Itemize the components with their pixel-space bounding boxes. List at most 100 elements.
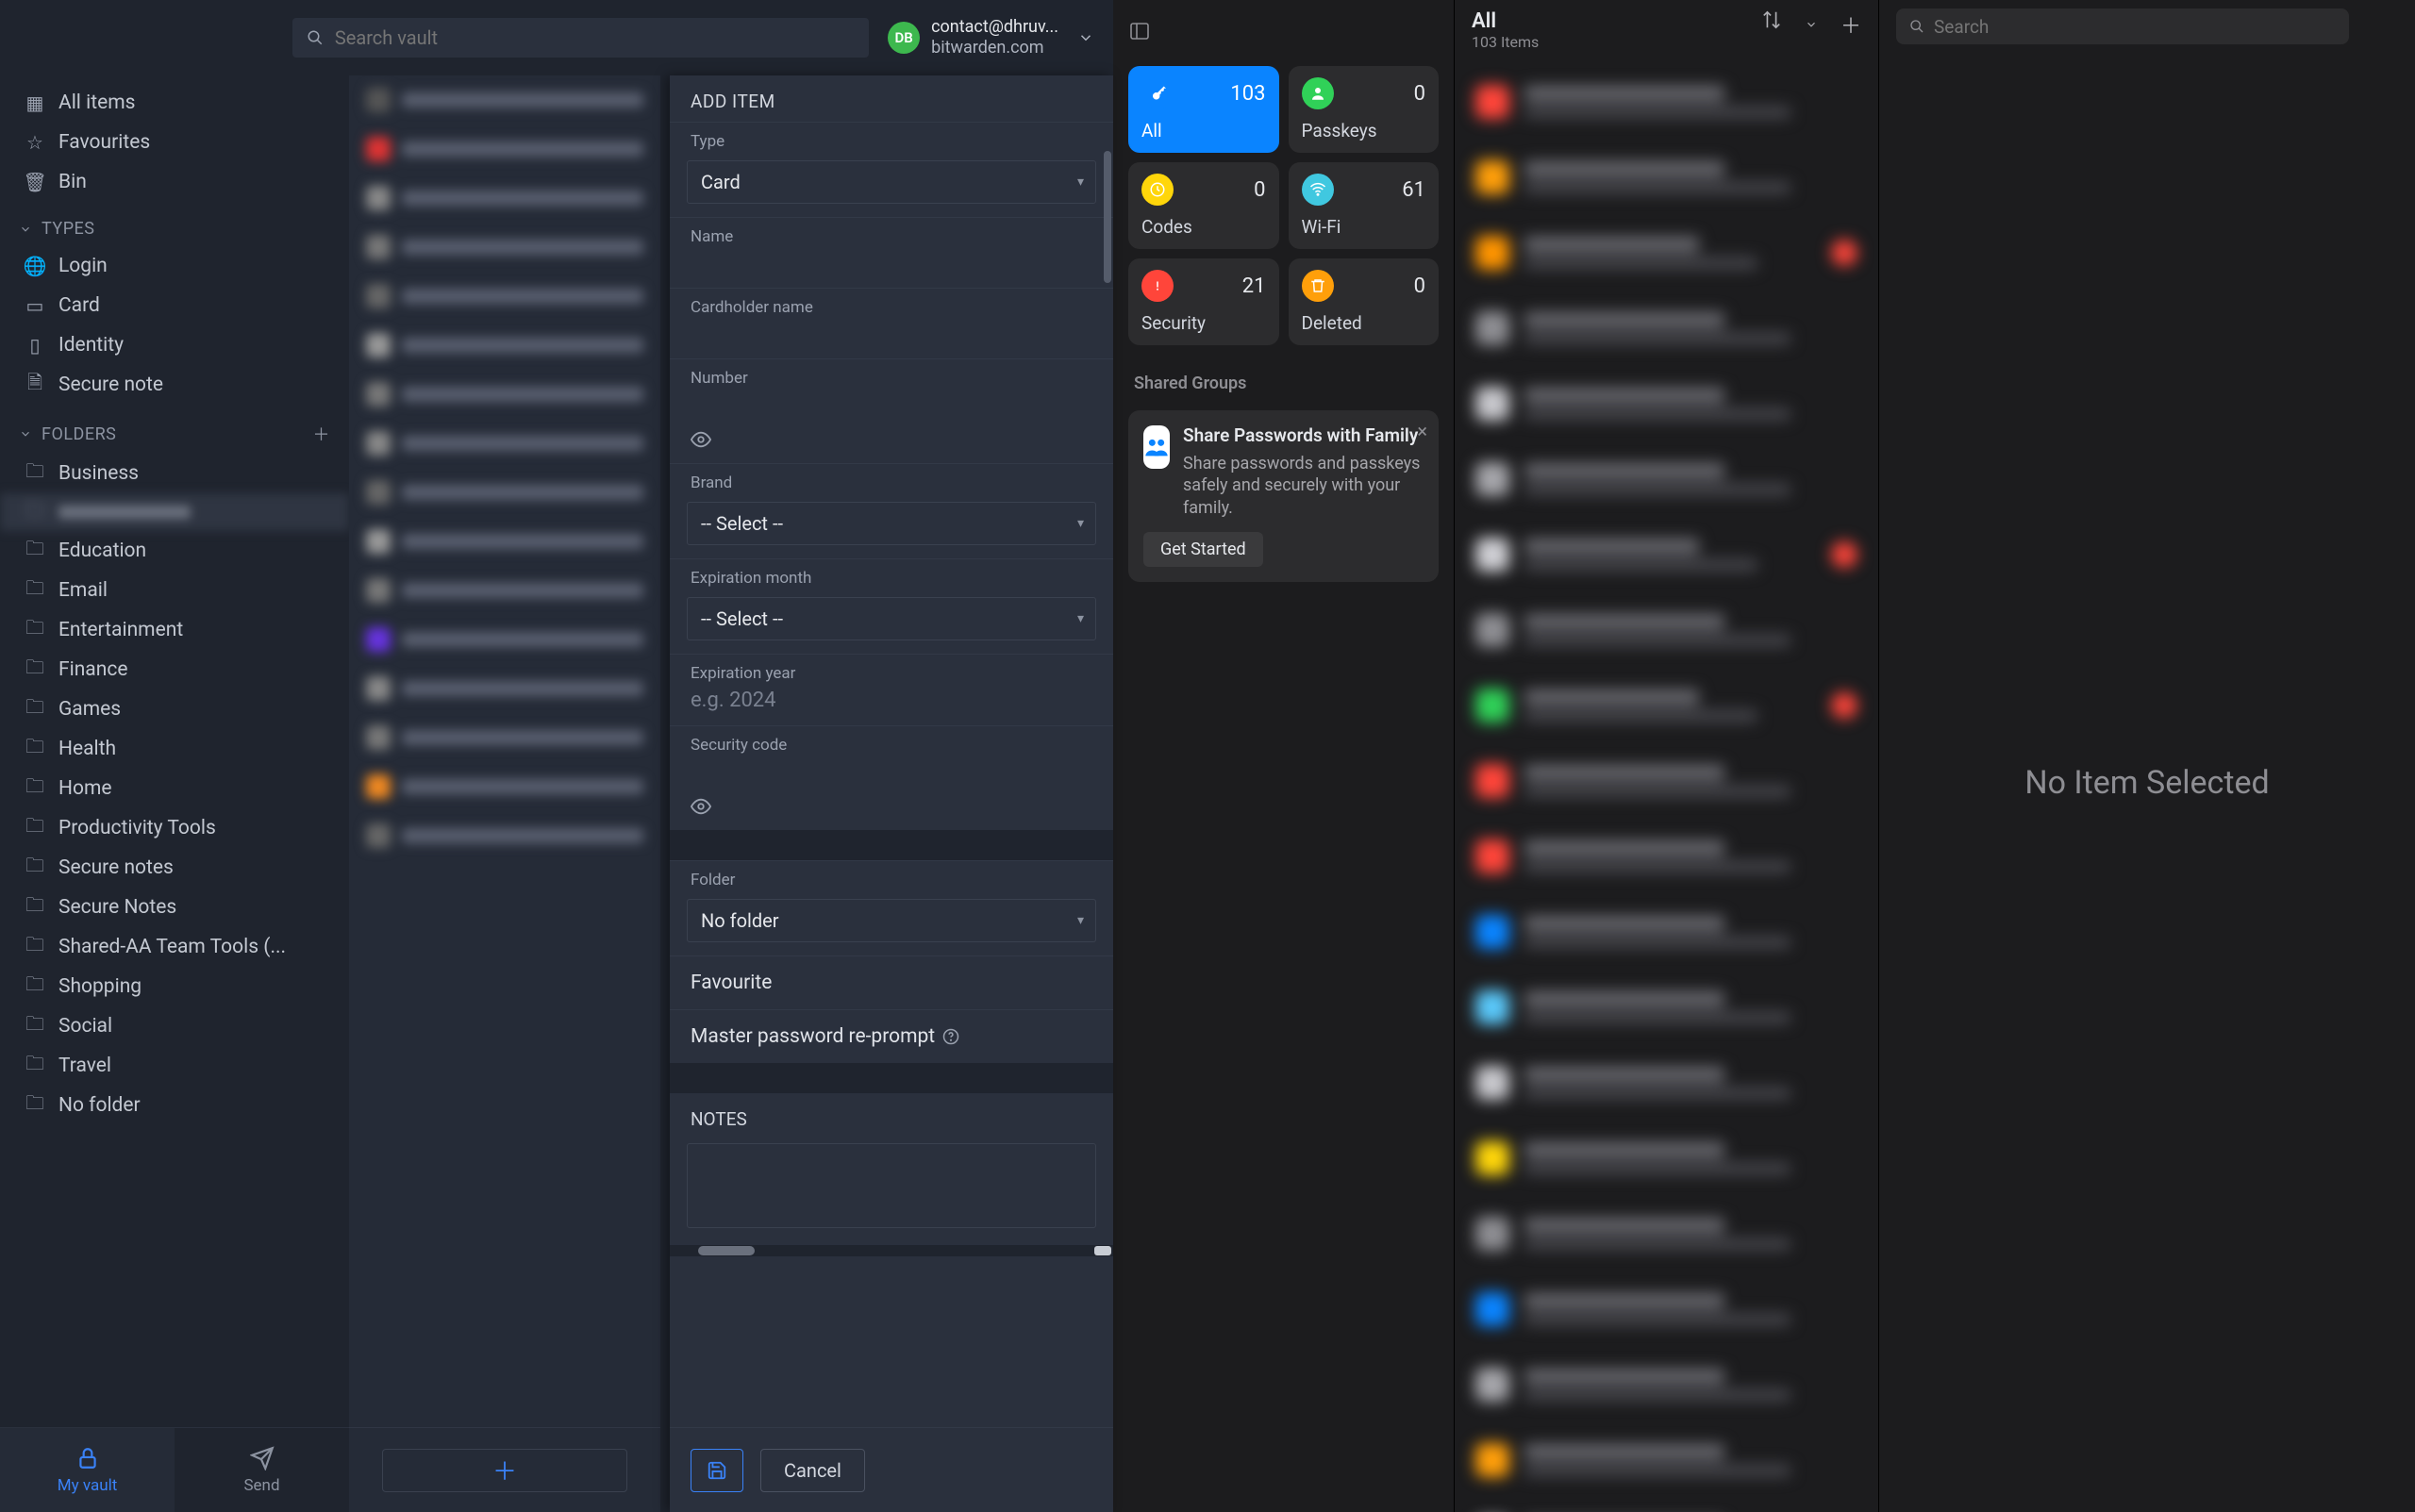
type-login[interactable]: 🌐Login xyxy=(0,246,349,286)
detail-search-input[interactable] xyxy=(1934,16,2336,38)
nav-bin[interactable]: 🗑 Bin xyxy=(0,162,349,202)
list-item[interactable] xyxy=(349,174,660,223)
list-item[interactable] xyxy=(1455,1347,1878,1422)
list-item[interactable] xyxy=(1455,1422,1878,1498)
category-tile-codes[interactable]: 0Codes xyxy=(1128,162,1279,249)
list-item[interactable] xyxy=(349,615,660,664)
list-item[interactable] xyxy=(349,125,660,174)
exp-month-select[interactable]: -- Select -- xyxy=(687,597,1096,640)
folder-item[interactable]: 🗀Finance xyxy=(0,650,349,690)
folder-item[interactable]: 🗀Education xyxy=(0,531,349,571)
type-card[interactable]: ▭Card xyxy=(0,286,349,325)
search-vault[interactable] xyxy=(292,18,869,58)
security-code-input[interactable] xyxy=(670,758,1113,796)
add-folder-button[interactable]: ＋ xyxy=(313,422,331,446)
folders-header[interactable]: FOLDERS ＋ xyxy=(0,405,349,454)
category-tile-deleted[interactable]: 0Deleted xyxy=(1289,258,1440,345)
category-tile-passkeys[interactable]: 0Passkeys xyxy=(1289,66,1440,153)
list-item[interactable] xyxy=(1455,1121,1878,1196)
type-note[interactable]: 🗎Secure note xyxy=(0,365,349,405)
folder-item[interactable]: 🗀Games xyxy=(0,690,349,729)
add-item-button[interactable]: ＋ xyxy=(382,1449,627,1492)
list-item[interactable] xyxy=(1455,1045,1878,1121)
list-item[interactable] xyxy=(1455,1196,1878,1271)
type-select[interactable]: Card xyxy=(687,160,1096,204)
folder-item[interactable]: 🗀No folder xyxy=(0,1086,349,1125)
category-tile-wi-fi[interactable]: 61Wi-Fi xyxy=(1289,162,1440,249)
list-item[interactable] xyxy=(1455,64,1878,140)
master-password-reprompt[interactable]: Master password re-prompt xyxy=(670,1009,1113,1063)
list-item[interactable] xyxy=(1455,592,1878,668)
list-item[interactable] xyxy=(349,762,660,811)
folder-item[interactable]: 🗀Social xyxy=(0,1006,349,1046)
number-input[interactable] xyxy=(670,391,1113,429)
tab-my-vault[interactable]: My vault xyxy=(0,1428,175,1512)
search-input[interactable] xyxy=(335,26,856,49)
detail-search[interactable] xyxy=(1896,8,2349,44)
folder-item[interactable]: 🗀Secure Notes xyxy=(0,888,349,927)
account-switcher[interactable]: DB contact@dhruv... bitwarden.com xyxy=(888,17,1094,58)
list-item[interactable] xyxy=(1455,819,1878,894)
list-item[interactable] xyxy=(1455,894,1878,970)
list-item[interactable] xyxy=(1455,441,1878,517)
cancel-button[interactable]: Cancel xyxy=(760,1449,865,1492)
list-item[interactable] xyxy=(1455,140,1878,215)
list-item[interactable] xyxy=(349,713,660,762)
folder-select[interactable]: No folder xyxy=(687,899,1096,942)
nav-all-items[interactable]: ▦ All items xyxy=(0,83,349,123)
favourite-toggle[interactable]: Favourite xyxy=(670,955,1113,1009)
list-item[interactable] xyxy=(1455,970,1878,1045)
folder-item[interactable]: 🗀Travel xyxy=(0,1046,349,1086)
list-item[interactable] xyxy=(1455,366,1878,441)
list-item[interactable] xyxy=(349,468,660,517)
vault-item-list[interactable]: ＋ xyxy=(349,75,660,1512)
chevron-down-icon[interactable] xyxy=(1805,9,1818,40)
sidebar-toggle-icon[interactable] xyxy=(1128,20,1151,42)
folder-item[interactable]: 🗀Business xyxy=(0,454,349,493)
folder-item[interactable]: 🗀Entertainment xyxy=(0,610,349,650)
category-tile-all[interactable]: 103All xyxy=(1128,66,1279,153)
toggle-code-visibility[interactable] xyxy=(670,796,1113,830)
scrollbar[interactable] xyxy=(1104,151,1111,283)
name-input[interactable] xyxy=(670,250,1113,288)
types-header[interactable]: TYPES xyxy=(0,202,349,246)
list-item[interactable] xyxy=(349,566,660,615)
folder-item-selected[interactable]: 🗀 xyxy=(0,493,349,531)
list-item[interactable] xyxy=(349,811,660,860)
list-item[interactable] xyxy=(349,321,660,370)
exp-year-input[interactable]: e.g. 2024 xyxy=(670,687,1113,725)
list-item[interactable] xyxy=(1455,668,1878,743)
list-item[interactable] xyxy=(1455,1498,1878,1512)
folder-item[interactable]: 🗀Shared-AA Team Tools (... xyxy=(0,927,349,967)
list-item[interactable] xyxy=(349,75,660,125)
close-icon[interactable]: × xyxy=(1417,420,1427,442)
folder-item[interactable]: 🗀Home xyxy=(0,769,349,808)
folder-item[interactable]: 🗀Health xyxy=(0,729,349,769)
list-item[interactable] xyxy=(349,223,660,272)
list-item[interactable] xyxy=(349,419,660,468)
notes-textarea[interactable] xyxy=(687,1143,1096,1228)
save-button[interactable] xyxy=(691,1449,743,1492)
list-item[interactable] xyxy=(1455,1271,1878,1347)
list-item[interactable] xyxy=(1455,743,1878,819)
folder-item[interactable]: 🗀Shopping xyxy=(0,967,349,1006)
list-item[interactable] xyxy=(1455,517,1878,592)
list-item[interactable] xyxy=(349,517,660,566)
folder-item[interactable]: 🗀Email xyxy=(0,571,349,610)
toggle-number-visibility[interactable] xyxy=(670,429,1113,463)
list-item[interactable] xyxy=(349,370,660,419)
add-button[interactable]: ＋ xyxy=(1840,9,1861,40)
horizontal-scrollbar[interactable] xyxy=(670,1245,1113,1256)
tab-send[interactable]: Send xyxy=(175,1428,349,1512)
list-item[interactable] xyxy=(1455,291,1878,366)
nav-favourites[interactable]: ☆ Favourites xyxy=(0,123,349,162)
folder-item[interactable]: 🗀Secure notes xyxy=(0,848,349,888)
type-identity[interactable]: ▯Identity xyxy=(0,325,349,365)
sort-button[interactable] xyxy=(1761,9,1782,40)
list-item[interactable] xyxy=(349,664,660,713)
category-tile-security[interactable]: 21Security xyxy=(1128,258,1279,345)
brand-select[interactable]: -- Select -- xyxy=(687,502,1096,545)
folder-item[interactable]: 🗀Productivity Tools xyxy=(0,808,349,848)
cardholder-input[interactable] xyxy=(670,321,1113,358)
list-item[interactable] xyxy=(1455,215,1878,291)
